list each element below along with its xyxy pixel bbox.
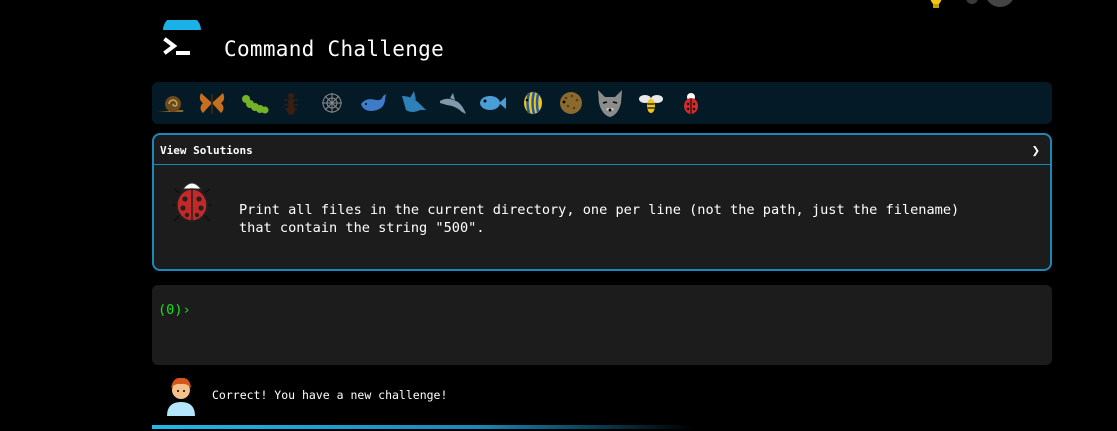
- ant-icon: [284, 93, 298, 115]
- ladybug-icon: [172, 177, 212, 227]
- level-blowfish[interactable]: [555, 87, 587, 119]
- level-tropical-fish[interactable]: [517, 87, 549, 119]
- blowfish-icon: [560, 92, 582, 114]
- spider-web-icon: [322, 93, 342, 113]
- level-ant[interactable]: [275, 87, 307, 119]
- level-snail[interactable]: [155, 87, 187, 119]
- tropical-fish-icon: [524, 91, 542, 115]
- whale-icon: [361, 94, 386, 111]
- terminal-prompt: (0)›: [158, 302, 191, 318]
- wolf-icon: [598, 90, 622, 117]
- level-wolf[interactable]: [594, 87, 626, 119]
- chevron-right-icon[interactable]: ❯: [1032, 143, 1040, 159]
- person-avatar-icon: [163, 374, 199, 420]
- ladybug-icon: [684, 93, 698, 114]
- view-solutions-label[interactable]: View Solutions: [160, 144, 253, 157]
- level-dolphin[interactable]: [437, 87, 469, 119]
- snail-icon: [158, 96, 184, 112]
- view-solutions-toggle[interactable]: View Solutions ❯: [154, 135, 1050, 165]
- level-fish[interactable]: [477, 87, 509, 119]
- level-honeybee[interactable]: [635, 87, 667, 119]
- user-avatar-icon[interactable]: [983, 0, 1017, 12]
- level-spider-web[interactable]: [316, 87, 348, 119]
- status-message: Correct! You have a new challenge!: [212, 388, 448, 402]
- page: Command Challenge View Solutions ❯ Print…: [0, 0, 1117, 431]
- page-title: Command Challenge: [224, 37, 445, 61]
- butterfly-icon: [199, 93, 225, 114]
- terminal-input-area[interactable]: (0)›: [152, 285, 1052, 365]
- level-caterpillar[interactable]: [238, 87, 270, 119]
- settings-icon[interactable]: [965, 0, 979, 12]
- challenge-panel: View Solutions ❯ Print all files in the …: [152, 133, 1052, 271]
- level-bar: [152, 82, 1052, 124]
- progress-bar: [152, 425, 692, 429]
- challenge-description: Print all files in the current directory…: [239, 202, 960, 236]
- header: Command Challenge: [160, 14, 760, 70]
- level-shark[interactable]: [397, 87, 429, 119]
- terminal-logo-icon[interactable]: [160, 14, 204, 64]
- level-ladybug[interactable]: [675, 87, 707, 119]
- honeybee-icon: [639, 95, 663, 113]
- dolphin-icon: [440, 93, 466, 114]
- level-whale[interactable]: [357, 87, 389, 119]
- caterpillar-icon: [242, 95, 269, 114]
- shark-icon: [402, 91, 426, 112]
- level-butterfly[interactable]: [196, 87, 228, 119]
- fish-icon: [480, 96, 506, 110]
- lightbulb-icon[interactable]: [927, 0, 945, 14]
